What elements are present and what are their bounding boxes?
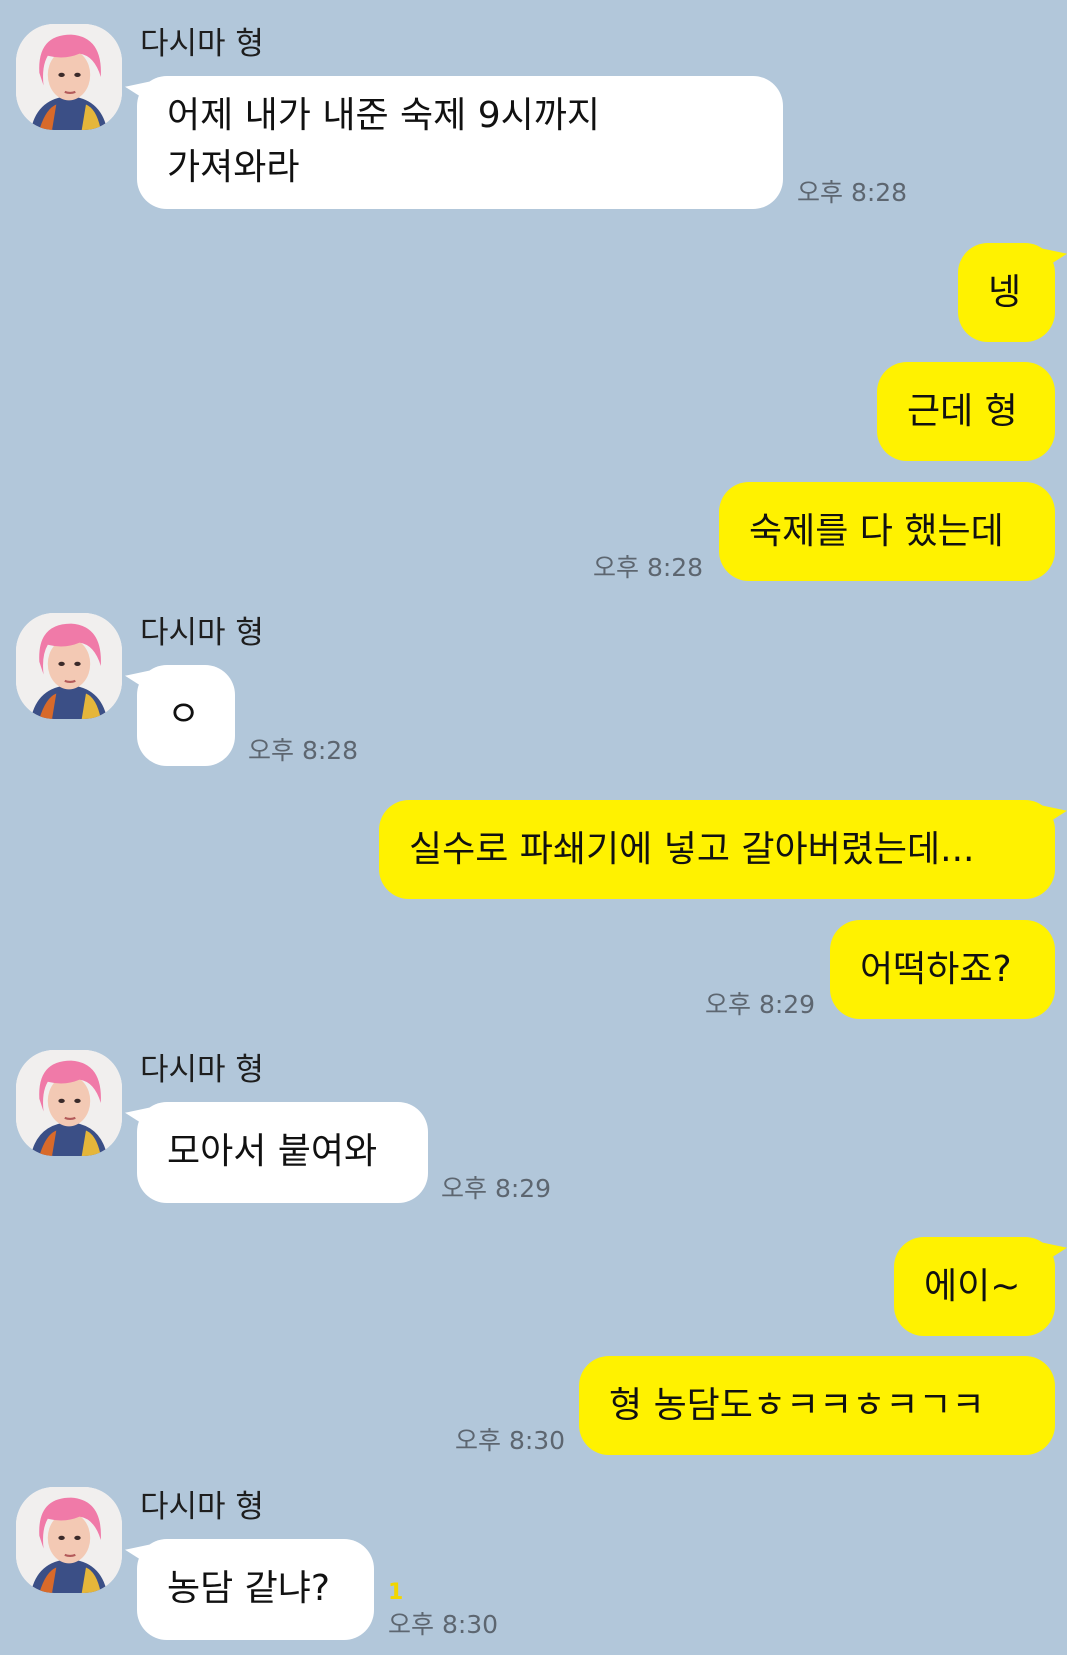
- message-time: 오후 8:28: [797, 178, 908, 207]
- sender-name: 다시마 형: [140, 1489, 264, 1525]
- sender-name: 다시마 형: [140, 26, 264, 62]
- contact-avatar[interactable]: [16, 24, 122, 130]
- contact-avatar[interactable]: [16, 613, 122, 719]
- chat-screen: { "chat": { "contact_name": "다시마 형", "me…: [0, 0, 1067, 1655]
- message-line: 어제 내가 내준 숙제 9시까지: [167, 95, 600, 136]
- message-bubble-incoming[interactable]: 모아서 붙여와: [137, 1102, 428, 1203]
- message-time: 오후 8:30: [388, 1610, 499, 1639]
- profile-photo-icon: [16, 24, 122, 130]
- message-time: 오후 8:28: [248, 736, 359, 765]
- sender-name: 다시마 형: [140, 1052, 264, 1088]
- message-bubble-outgoing[interactable]: 어떡하죠?: [830, 920, 1055, 1019]
- message-line: 가져와라: [167, 147, 300, 188]
- profile-photo-icon: [16, 613, 122, 719]
- message-bubble-outgoing[interactable]: 근데 형: [877, 362, 1055, 461]
- message-bubble-outgoing[interactable]: 넹: [958, 243, 1055, 342]
- message-time: 오후 8:30: [455, 1426, 566, 1455]
- message-time: 오후 8:28: [593, 553, 704, 582]
- message-bubble-outgoing[interactable]: 실수로 파쇄기에 넣고 갈아버렸는데...: [379, 800, 1055, 899]
- profile-photo-icon: [16, 1050, 122, 1156]
- message-bubble-incoming[interactable]: 농담 같냐?: [137, 1539, 374, 1640]
- contact-avatar[interactable]: [16, 1487, 122, 1593]
- message-bubble-incoming[interactable]: 어제 내가 내준 숙제 9시까지 가져와라: [137, 76, 783, 209]
- profile-photo-icon: [16, 1487, 122, 1593]
- message-time: 오후 8:29: [705, 990, 816, 1019]
- message-bubble-incoming[interactable]: ㅇ: [137, 665, 235, 766]
- sender-name: 다시마 형: [140, 615, 264, 651]
- message-bubble-outgoing[interactable]: 에이~: [894, 1237, 1055, 1336]
- message-time: 오후 8:29: [441, 1174, 552, 1203]
- unread-count: 1: [388, 1580, 404, 1605]
- contact-avatar[interactable]: [16, 1050, 122, 1156]
- message-bubble-outgoing[interactable]: 형 농담도ㅎㅋㅋㅎㅋㄱㅋ: [579, 1356, 1055, 1455]
- message-bubble-outgoing[interactable]: 숙제를 다 했는데: [719, 482, 1055, 581]
